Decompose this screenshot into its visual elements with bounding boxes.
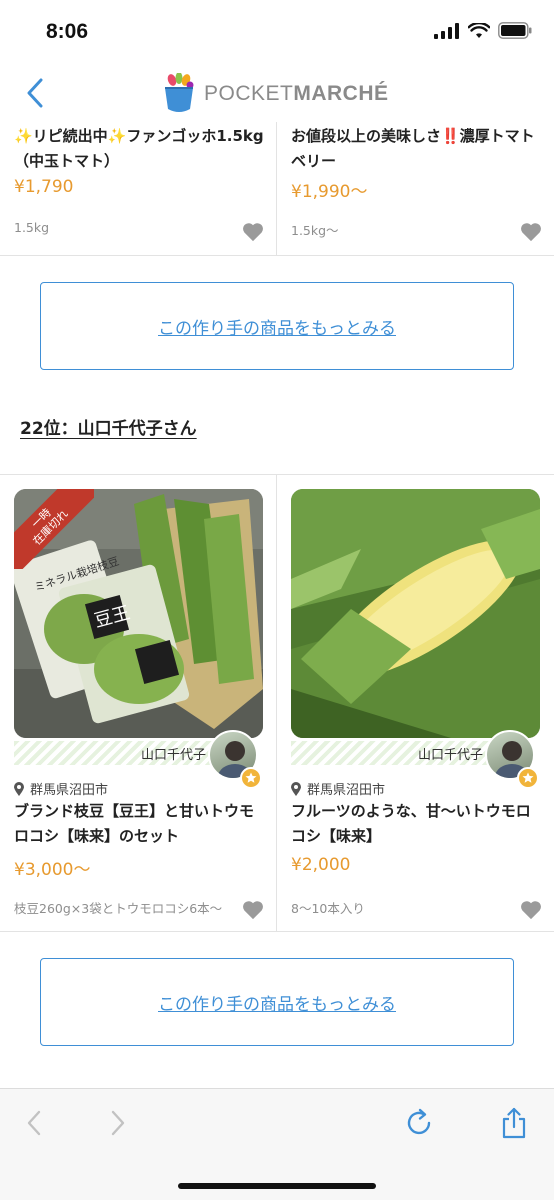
chevron-left-icon [27,78,43,108]
browser-toolbar [0,1088,554,1200]
producer-name: 山口千代子 [140,748,206,763]
location-pin-icon [14,781,24,796]
see-more-label: この作り手の商品をもっとみる [158,318,396,339]
product-card[interactable]: 豆王 ミネラル栽培枝豆 一時 在庫切れ 山口千代子 群馬県沼田市 ブランド枝豆【… [0,475,277,931]
status-icons [434,22,532,39]
share-button[interactable] [498,1107,530,1139]
reload-icon [407,1108,431,1135]
reload-button[interactable] [403,1107,435,1139]
app-header: POCKETMARCHÉ [0,64,554,122]
favorite-heart-icon[interactable] [520,900,542,920]
see-more-products-button[interactable]: この作り手の商品をもっとみる [40,282,514,370]
home-indicator[interactable] [178,1183,376,1189]
product-row: 豆王 ミネラル栽培枝豆 一時 在庫切れ 山口千代子 群馬県沼田市 ブランド枝豆【… [0,475,554,932]
corn-photo [291,489,540,738]
out-of-stock-badge: 一時 在庫切れ [14,489,94,569]
favorite-heart-icon[interactable] [242,222,264,242]
product-spec: 1.5kg [14,220,50,235]
location-text: 群馬県沼田市 [307,783,386,798]
see-more-products-button[interactable]: この作り手の商品をもっとみる [40,958,514,1046]
producer-name: 山口千代子 [417,748,483,763]
location-text: 群馬県沼田市 [30,783,109,798]
product-image[interactable]: 豆王 ミネラル栽培枝豆 一時 在庫切れ [14,489,263,738]
pocket-marche-logo[interactable]: POCKETMARCHÉ [162,72,389,116]
product-title[interactable]: お値段以上の美味しさ‼️濃厚トマトベリー [291,124,544,174]
star-badge-icon [517,767,539,789]
browser-forward-button[interactable] [102,1107,134,1139]
product-location: 群馬県沼田市 [14,779,108,798]
back-button[interactable] [20,76,50,110]
product-title[interactable]: ✨リピ続出中✨ファンゴッホ1.5kg（中玉トマト） [14,124,266,174]
ranking-content[interactable]: ✨リピ続出中✨ファンゴッホ1.5kg（中玉トマト） ¥1,790 1.5kg お… [0,122,554,1088]
wifi-icon [468,22,490,38]
favorite-heart-icon[interactable] [242,900,264,920]
status-bar: 8:06 [0,0,554,64]
chevron-left-icon [27,1110,41,1136]
share-icon [502,1107,526,1139]
logo-text-marche: MARCHÉ [293,82,389,105]
product-card[interactable]: 山口千代子 群馬県沼田市 フルーツのような、甘〜いトウモロコシ【味来】 ¥2,0… [277,475,554,931]
favorite-heart-icon[interactable] [520,222,542,242]
basket-logo-icon [165,73,194,112]
product-location: 群馬県沼田市 [291,779,385,798]
battery-icon [498,22,532,39]
product-price: ¥1,990〜 [291,182,368,202]
location-pin-icon [291,781,301,796]
product-image[interactable] [291,489,540,738]
logo-text: POCKETMARCHÉ [204,82,389,106]
product-row: ✨リピ続出中✨ファンゴッホ1.5kg（中玉トマト） ¥1,790 1.5kg お… [0,122,554,256]
status-time: 8:06 [46,20,89,43]
product-spec: 枝豆260g×3袋とトウモロコシ6本〜 [14,901,223,916]
product-title[interactable]: フルーツのような、甘〜いトウモロコシ【味来】 [291,799,544,849]
rank-heading[interactable]: 22位：山口千代子さん [20,414,197,439]
product-price: ¥3,000〜 [14,860,91,880]
product-card[interactable]: お値段以上の美味しさ‼️濃厚トマトベリー ¥1,990〜 1.5kg〜 [277,122,554,255]
star-badge-icon [240,767,262,789]
chevron-right-icon [111,1110,125,1136]
product-card[interactable]: ✨リピ続出中✨ファンゴッホ1.5kg（中玉トマト） ¥1,790 1.5kg [0,122,277,255]
product-spec: 8〜10本入り [291,901,365,916]
product-title[interactable]: ブランド枝豆【豆王】と甘いトウモロコシ【味来】のセット [14,799,266,849]
see-more-label: この作り手の商品をもっとみる [158,994,396,1015]
signal-icon [434,22,459,39]
logo-text-pocket: POCKET [204,82,294,105]
product-price: ¥2,000 [291,855,351,875]
product-price: ¥1,790 [14,177,74,197]
browser-back-button[interactable] [18,1107,50,1139]
product-spec: 1.5kg〜 [291,223,339,238]
